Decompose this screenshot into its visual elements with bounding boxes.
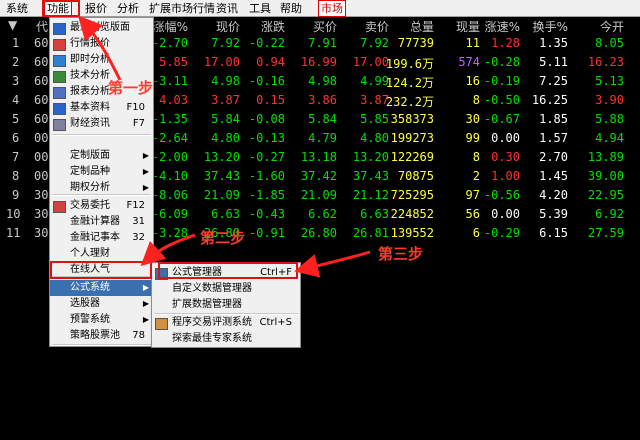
step3-arrow [294, 250, 371, 278]
step2-arrow [140, 233, 196, 267]
step1-label: 第一步 [108, 79, 154, 97]
step3-label: 第三步 [378, 245, 424, 263]
annotation-arrows [77, 15, 371, 278]
step1-arrow [77, 15, 122, 81]
step2-label: 第二步 [200, 229, 246, 247]
